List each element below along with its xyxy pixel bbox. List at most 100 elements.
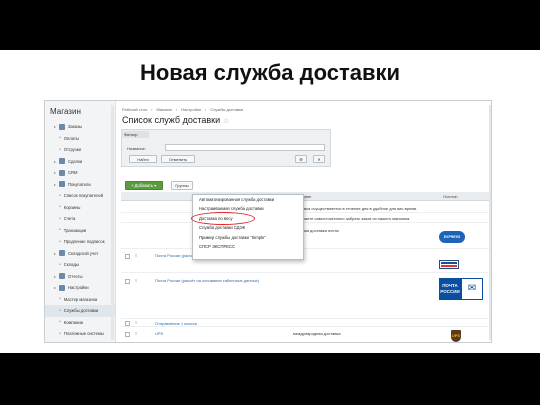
row-checkbox[interactable] [125, 332, 130, 337]
sidebar-item-label: CRM [68, 170, 78, 176]
filter-name-label: Название: [127, 146, 146, 151]
row-checkbox[interactable] [125, 321, 130, 326]
expand-arrow-icon[interactable]: ▸ [51, 159, 59, 164]
sidebar-item-label: Отчеты [68, 273, 83, 279]
row-description: Вы можете самостоятельно забрать заказ и… [293, 216, 411, 221]
section-icon [59, 158, 65, 165]
sidebar-item[interactable]: ▸ Сделки [45, 156, 115, 168]
highlight-circle [191, 212, 255, 225]
sidebar-item-label: Складской учет [68, 250, 99, 256]
filter-settings-gear-icon[interactable]: ⚙ [295, 155, 307, 163]
sidebar-scrollbar[interactable] [111, 105, 114, 340]
breadcrumb-separator-icon: › [151, 107, 153, 112]
sidebar-item[interactable]: ▸ Покупатели [45, 179, 115, 191]
add-dropdown-menu: Автоматизированная служба доставки Настр… [192, 194, 304, 260]
sidebar-item[interactable]: Оплаты [45, 133, 115, 145]
expand-arrow-icon[interactable]: ▸ [51, 285, 59, 290]
sidebar-item[interactable]: ▸ CRM [45, 167, 115, 179]
ups-logo: UPS [451, 330, 461, 342]
sidebar-item-label: Список покупателей [63, 193, 104, 199]
find-button[interactable]: Найти [129, 155, 157, 163]
sidebar-item[interactable]: ▸ Настройки [45, 282, 115, 294]
express-logo-badge: EXPRESS [439, 231, 465, 243]
breadcrumb-item[interactable]: Магазин [156, 107, 171, 112]
dropdown-item-simple[interactable]: Пример службы доставки "Simple" [193, 233, 303, 242]
breadcrumb-item[interactable]: Службы доставки [210, 107, 243, 112]
sidebar-item[interactable]: ▸ Заказы [45, 121, 115, 133]
sidebar-item[interactable]: Склады [45, 259, 115, 271]
table-row[interactable]: ≡ Почта России (расчёт на основании табл… [121, 273, 491, 319]
row-checkbox[interactable] [125, 254, 130, 259]
russia-flag-logo [439, 260, 459, 269]
sidebar-item[interactable]: Службы доставки [45, 305, 115, 317]
row-menu-icon[interactable]: ≡ [135, 320, 137, 325]
dropdown-item-spsr[interactable]: СПСР ЭКСПРЕСС [193, 242, 303, 251]
page-scrollbar[interactable] [489, 105, 491, 340]
sidebar-item[interactable]: Список покупателей [45, 190, 115, 202]
section-icon [59, 181, 65, 188]
row-description: Доставка осуществляется в течение дня в … [293, 206, 418, 211]
table-row[interactable]: ≡ Почта России (расчёт на основании данн… [121, 249, 491, 273]
row-checkbox[interactable] [125, 279, 130, 284]
delivery-services-table: Описание Логотип Доставка осуществляется… [121, 192, 491, 342]
breadcrumb-item[interactable]: Настройки [181, 107, 201, 112]
sidebar-item[interactable]: Отгрузки [45, 144, 115, 156]
favorite-star-icon[interactable]: ☆ [223, 118, 229, 125]
groups-button[interactable]: Группы [171, 181, 193, 190]
table-row[interactable]: Вы можете самостоятельно забрать заказ и… [121, 213, 491, 223]
table-row[interactable]: Доставка осуществляется в течение дня в … [121, 203, 491, 213]
row-name-link[interactable]: Почта России (расчёт на основании таблич… [155, 278, 259, 283]
sidebar-item[interactable]: Корзины [45, 202, 115, 214]
row-name-link[interactable]: Отправление 1 класса [155, 321, 197, 326]
table-row[interactable]: Срочная доставка почты EXPRESS [121, 223, 491, 249]
sidebar-item-label: Покупатели [68, 181, 91, 187]
sidebar: Магазин ▸ Заказы Оплаты Отгрузки ▸ Сделки ▸ CRM… [45, 101, 116, 342]
breadcrumb-item[interactable]: Рабочий стол [122, 107, 147, 112]
russian-post-logo-text: ПОЧТА РОССИИ [439, 278, 461, 300]
table-row[interactable]: ≡ Отправление 1 класса [121, 319, 491, 327]
sidebar-item[interactable]: Мастер магазина [45, 294, 115, 306]
flag-icon [439, 260, 459, 269]
dropdown-item-automated[interactable]: Автоматизированная служба доставки [193, 195, 303, 204]
expand-arrow-icon[interactable]: ▸ [51, 124, 59, 129]
page-title: Список служб доставки ☆ [122, 115, 229, 125]
sidebar-item-label: Настройки [68, 285, 89, 291]
sidebar-item[interactable]: Счета [45, 213, 115, 225]
table-row[interactable]: ≡ UPS международная доставка UPS [121, 327, 491, 342]
sidebar-item-label: Заказы [68, 124, 82, 130]
russian-post-logo: ПОЧТА РОССИИ ✉ [439, 278, 483, 300]
row-name-link[interactable]: UPS [155, 331, 163, 336]
sidebar-item-label: Платежные системы [63, 331, 104, 337]
row-menu-icon[interactable]: ≡ [135, 331, 137, 336]
sidebar-item[interactable]: Компании [45, 317, 115, 329]
section-icon [59, 284, 65, 291]
sidebar-item[interactable]: ▸ Отчеты [45, 271, 115, 283]
sidebar-item[interactable]: Продление подписок [45, 236, 115, 248]
sidebar-item-label: Оплаты [63, 135, 79, 141]
expand-arrow-icon[interactable]: ▸ [51, 182, 59, 187]
cancel-button[interactable]: Отменить [161, 155, 195, 163]
section-icon [59, 123, 65, 130]
sidebar-item[interactable]: ▸ Складской учет [45, 248, 115, 260]
sidebar-item[interactable]: Транзакции [45, 225, 115, 237]
column-logo-header: Логотип [443, 194, 458, 199]
add-button[interactable]: + Добавить ▾ [125, 181, 163, 190]
filter-tab[interactable]: Фильтр [121, 131, 149, 138]
breadcrumb-separator-icon: › [204, 107, 207, 112]
expand-arrow-icon[interactable]: ▸ [51, 251, 59, 256]
row-menu-icon[interactable]: ≡ [135, 278, 137, 283]
table-header: Описание Логотип [121, 192, 491, 201]
sidebar-item-label: Мастер магазина [63, 296, 98, 302]
sidebar-item[interactable]: Платежные системы [45, 328, 115, 340]
sidebar-item-label: Сделки [68, 158, 83, 164]
row-menu-icon[interactable]: ≡ [135, 253, 137, 258]
sidebar-item-label: Корзины [63, 204, 81, 210]
filter-name-input[interactable] [165, 144, 325, 151]
breadcrumb-separator-icon: › [175, 107, 178, 112]
dropdown-item-sdek[interactable]: Служба доставки СДЭК [193, 223, 303, 232]
sidebar-item-label: Транзакции [63, 227, 87, 233]
expand-arrow-icon[interactable]: ▸ [51, 274, 59, 279]
expand-arrow-icon[interactable]: ▸ [51, 170, 59, 175]
filter-close-icon[interactable]: ✕ [313, 155, 325, 163]
sidebar-menu: ▸ Заказы Оплаты Отгрузки ▸ Сделки ▸ CRM ▸ Покупат… [45, 121, 115, 340]
